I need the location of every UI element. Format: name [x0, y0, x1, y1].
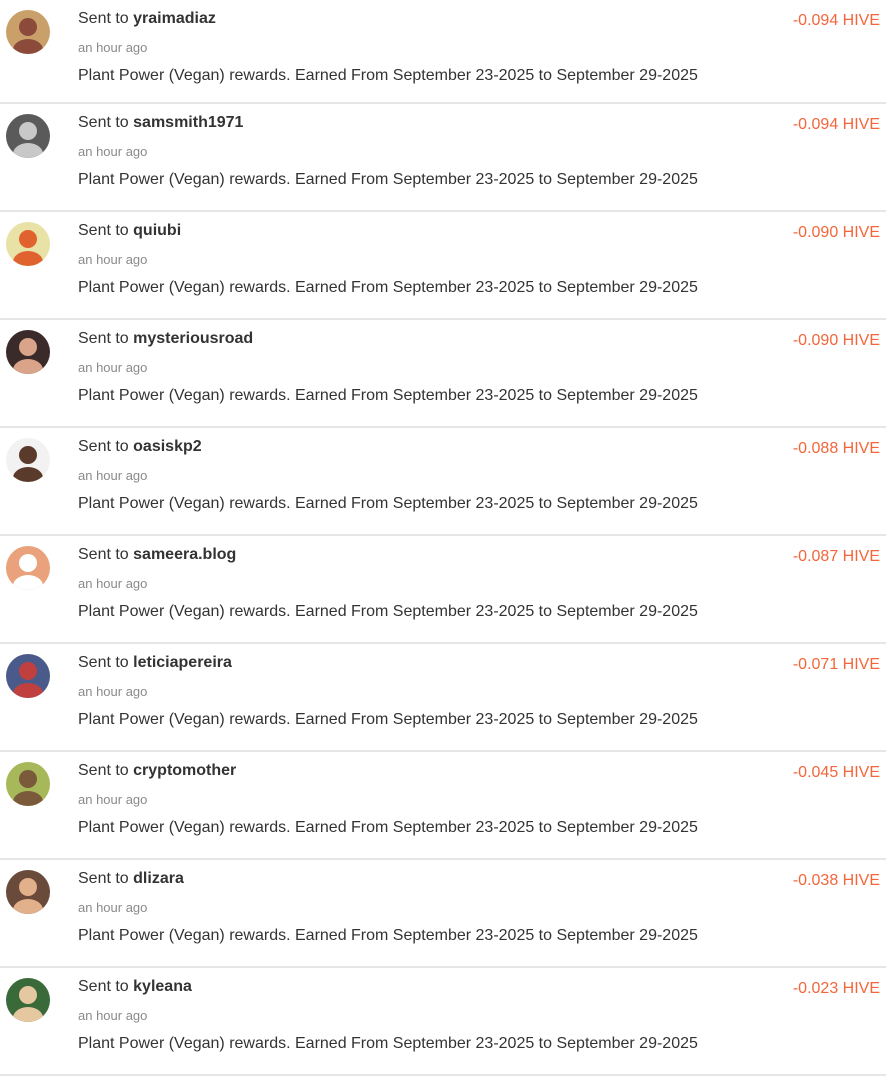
transfer-memo: Plant Power (Vegan) rewards. Earned From…: [78, 495, 698, 512]
transfer-amount: -0.071 HIVE: [792, 656, 880, 673]
transfer-prefix: Sent to: [78, 762, 129, 779]
transfer-amount: -0.038 HIVE: [792, 872, 880, 889]
recipient-link[interactable]: samsmith1971: [133, 114, 243, 131]
transfer-title: Sent to cryptomother: [78, 762, 236, 780]
transfer-amount: -0.090 HIVE: [792, 332, 880, 349]
transfer-memo: Plant Power (Vegan) rewards. Earned From…: [78, 171, 698, 188]
transfer-title: Sent to sameera.blog: [78, 546, 236, 564]
transfer-memo: Plant Power (Vegan) rewards. Earned From…: [78, 279, 698, 296]
transfer-title: Sent to oasiskp2: [78, 438, 202, 456]
recipient-link[interactable]: oasiskp2: [133, 438, 201, 455]
transfer-memo: Plant Power (Vegan) rewards. Earned From…: [78, 67, 698, 84]
user-avatar[interactable]: [6, 870, 50, 914]
transfer-row: Sent to leticiapereira an hour ago Plant…: [0, 644, 886, 752]
transfer-memo: Plant Power (Vegan) rewards. Earned From…: [78, 387, 698, 404]
transfer-prefix: Sent to: [78, 870, 129, 887]
transfer-memo: Plant Power (Vegan) rewards. Earned From…: [78, 1035, 698, 1052]
transfer-memo: Plant Power (Vegan) rewards. Earned From…: [78, 927, 698, 944]
transfer-row: Sent to oasiskp2 an hour ago Plant Power…: [0, 428, 886, 536]
transfer-memo: Plant Power (Vegan) rewards. Earned From…: [78, 819, 698, 836]
transfer-amount: -0.088 HIVE: [792, 440, 880, 457]
transfer-timestamp[interactable]: an hour ago: [78, 900, 147, 915]
transfer-title: Sent to leticiapereira: [78, 654, 232, 672]
transfer-row: Sent to sameera.blog an hour ago Plant P…: [0, 536, 886, 644]
transfer-prefix: Sent to: [78, 978, 129, 995]
transfer-row: Sent to mysteriousroad an hour ago Plant…: [0, 320, 886, 428]
recipient-link[interactable]: cryptomother: [133, 762, 236, 779]
transfer-title: Sent to quiubi: [78, 222, 181, 240]
recipient-link[interactable]: mysteriousroad: [133, 330, 253, 347]
transfer-row: Sent to yraimadiaz an hour ago Plant Pow…: [0, 0, 886, 104]
transfer-timestamp[interactable]: an hour ago: [78, 252, 147, 267]
transfer-memo: Plant Power (Vegan) rewards. Earned From…: [78, 603, 698, 620]
transfer-amount: -0.094 HIVE: [792, 12, 880, 29]
transfer-amount: -0.023 HIVE: [792, 980, 880, 997]
user-avatar[interactable]: [6, 546, 50, 590]
transfer-memo: Plant Power (Vegan) rewards. Earned From…: [78, 711, 698, 728]
transfer-timestamp[interactable]: an hour ago: [78, 468, 147, 483]
transfer-row: Sent to quiubi an hour ago Plant Power (…: [0, 212, 886, 320]
transfer-prefix: Sent to: [78, 654, 129, 671]
recipient-link[interactable]: leticiapereira: [133, 654, 232, 671]
recipient-link[interactable]: sameera.blog: [133, 546, 236, 563]
transfer-title: Sent to yraimadiaz: [78, 10, 216, 28]
transfer-timestamp[interactable]: an hour ago: [78, 792, 147, 807]
transfer-prefix: Sent to: [78, 10, 129, 27]
user-avatar[interactable]: [6, 10, 50, 54]
recipient-link[interactable]: yraimadiaz: [133, 10, 216, 27]
recipient-link[interactable]: dlizara: [133, 870, 184, 887]
transfer-title: Sent to samsmith1971: [78, 114, 243, 132]
transfer-row: Sent to dlizara an hour ago Plant Power …: [0, 860, 886, 968]
transfer-row: Sent to cryptomother an hour ago Plant P…: [0, 752, 886, 860]
user-avatar[interactable]: [6, 978, 50, 1022]
transfer-prefix: Sent to: [78, 546, 129, 563]
transfer-timestamp[interactable]: an hour ago: [78, 360, 147, 375]
recipient-link[interactable]: quiubi: [133, 222, 181, 239]
transfer-amount: -0.045 HIVE: [792, 764, 880, 781]
transfer-amount: -0.087 HIVE: [792, 548, 880, 565]
transfer-title: Sent to mysteriousroad: [78, 330, 253, 348]
transfer-prefix: Sent to: [78, 438, 129, 455]
transfer-prefix: Sent to: [78, 114, 129, 131]
user-avatar[interactable]: [6, 114, 50, 158]
recipient-link[interactable]: kyleana: [133, 978, 192, 995]
transfer-timestamp[interactable]: an hour ago: [78, 1008, 147, 1023]
transfer-amount: -0.094 HIVE: [792, 116, 880, 133]
transfer-row: Sent to kyleana an hour ago Plant Power …: [0, 968, 886, 1076]
user-avatar[interactable]: [6, 330, 50, 374]
user-avatar[interactable]: [6, 222, 50, 266]
transfer-timestamp[interactable]: an hour ago: [78, 144, 147, 159]
user-avatar[interactable]: [6, 654, 50, 698]
user-avatar[interactable]: [6, 438, 50, 482]
transfer-history-list: Sent to yraimadiaz an hour ago Plant Pow…: [0, 0, 886, 1076]
transfer-timestamp[interactable]: an hour ago: [78, 576, 147, 591]
transfer-title: Sent to dlizara: [78, 870, 184, 888]
transfer-amount: -0.090 HIVE: [792, 224, 880, 241]
user-avatar[interactable]: [6, 762, 50, 806]
transfer-title: Sent to kyleana: [78, 978, 192, 996]
transfer-timestamp[interactable]: an hour ago: [78, 40, 147, 55]
transfer-timestamp[interactable]: an hour ago: [78, 684, 147, 699]
transfer-prefix: Sent to: [78, 222, 129, 239]
transfer-row: Sent to samsmith1971 an hour ago Plant P…: [0, 104, 886, 212]
transfer-prefix: Sent to: [78, 330, 129, 347]
